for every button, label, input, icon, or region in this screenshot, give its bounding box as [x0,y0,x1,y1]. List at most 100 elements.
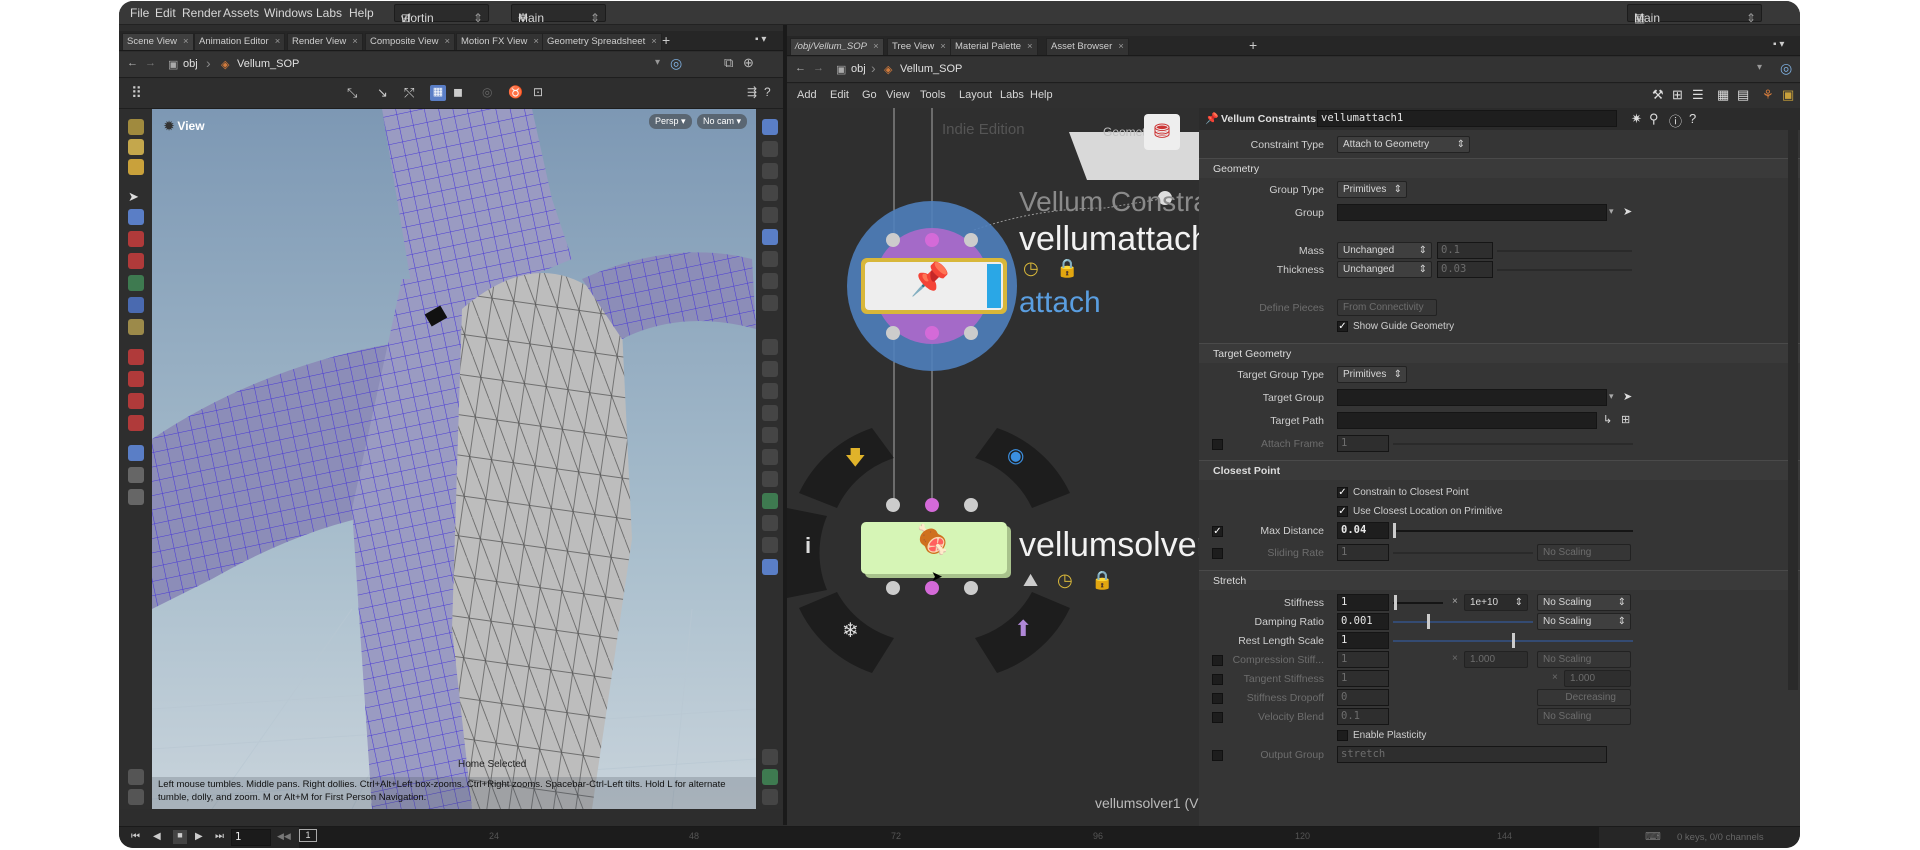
number-icon[interactable] [762,383,778,399]
menu-layout[interactable]: Layout [959,89,992,101]
menu-windows[interactable]: Windows [264,6,313,20]
slider-handle[interactable] [1393,523,1396,538]
close-icon[interactable]: × [352,36,358,47]
view-cam-icon[interactable] [128,467,144,483]
prev-key-icon[interactable]: ◀◀ [277,831,291,842]
info-icon[interactable]: i [805,533,811,559]
box-icon[interactable] [762,471,778,487]
tab-animation-editor[interactable]: Animation Editor × [194,33,286,50]
target-group-field[interactable] [1337,389,1607,406]
key-icon[interactable]: ⌨ [1645,830,1661,843]
compression-value[interactable]: 1 [1337,651,1389,668]
tab-geometry-spreadsheet[interactable]: Geometry Spreadsheet × [542,33,662,50]
back-arrow-icon[interactable]: ← [795,62,806,74]
no-cam-menu[interactable]: No cam ▾ [697,114,748,129]
select-tool-icon[interactable] [128,139,144,155]
sliding-rate-checkbox[interactable] [1212,548,1223,559]
close-icon[interactable]: × [444,36,450,47]
view-tool-icon[interactable] [128,159,144,175]
snap-grid-icon[interactable]: ▦ [430,85,446,101]
menu-go[interactable]: Go [862,89,877,101]
node-name-field[interactable]: vellumattach1 [1317,110,1617,127]
record-icon[interactable]: ◎ [482,85,492,99]
close-icon[interactable]: × [1027,41,1033,52]
max-distance-checkbox[interactable]: ✓ [1212,526,1223,537]
mass-mode-menu[interactable]: Unchanged ⇕ [1337,242,1432,259]
help-icon[interactable]: ? [1689,111,1696,126]
freeze-icon[interactable]: ❄ [842,618,859,643]
handle-tool-icon[interactable] [128,119,144,135]
section-closest-point[interactable]: Closest Point [1199,460,1800,480]
sliding-rate-slider[interactable] [1393,552,1533,554]
chooser-icon[interactable]: ⊞ [1621,413,1630,426]
output-group-field[interactable]: stretch [1337,746,1607,763]
thickness-value[interactable]: 0.03 [1437,261,1493,278]
jump-end-icon[interactable]: ⏭ [215,831,224,842]
tangent-mult-field[interactable]: 1.000 [1564,670,1631,687]
mass-value[interactable]: 0.1 [1437,242,1493,259]
lock-tool-icon[interactable] [128,209,144,225]
stiffness-slider[interactable] [1393,602,1443,604]
forward-arrow-icon[interactable]: → [813,62,824,74]
constraint-type-menu[interactable]: Attach to Geometry ⇕ [1337,136,1470,153]
path-dropdown-icon[interactable]: ▾ [655,57,660,68]
compression-checkbox[interactable] [1212,655,1223,666]
stiffness-scaling-menu[interactable]: No Scaling ⇕ [1537,594,1631,611]
settings-icon[interactable] [128,789,144,805]
transform-icon[interactable]: ↘ [377,85,388,101]
snap-prim-icon[interactable] [128,393,144,409]
lock-icon[interactable]: 🔒 [1091,570,1113,591]
max-distance-slider[interactable] [1393,530,1633,532]
display-flag-icon[interactable]: ⛰ [1023,570,1038,591]
dropoff-mode-menu[interactable]: Decreasing [1537,689,1631,706]
lock-icon[interactable] [762,163,778,179]
select-arrow-icon[interactable]: ➤ [1623,390,1632,403]
edge-icon[interactable] [762,251,778,267]
prim-icon[interactable] [762,273,778,289]
tab-material-palette[interactable]: Material Palette × [950,38,1038,55]
brush-tool-icon[interactable] [128,319,144,335]
compression-scaling-menu[interactable]: No Scaling [1537,651,1631,668]
use-closest-checkbox[interactable]: ✓ [1337,506,1348,517]
output-group-checkbox[interactable] [1212,750,1223,761]
tangent-checkbox[interactable] [1212,674,1223,685]
dropdown-arrow-icon[interactable]: ▾ [1609,391,1614,402]
tree-icon[interactable]: ⊞ [1672,87,1683,103]
note-icon[interactable]: ▣ [1782,87,1794,103]
desktop-menu[interactable]: ✥ Main ⇕ [511,4,606,25]
plasticity-checkbox[interactable] [1337,730,1348,741]
wand-icon[interactable] [128,769,144,785]
snap-curve-icon[interactable] [128,371,144,387]
menu-tools[interactable]: Tools [920,89,946,101]
constrain-closest-checkbox[interactable]: ✓ [1337,487,1348,498]
node2-name-label[interactable]: vellumsolver1 [1019,526,1199,565]
lock-icon[interactable]: 🔒 [1056,258,1078,279]
tangent-value[interactable]: 1 [1337,670,1389,687]
jump-icon[interactable]: ↳ [1603,413,1612,426]
pose-tool-icon[interactable] [128,297,144,313]
close-icon[interactable]: × [275,36,281,47]
velocity-scaling-menu[interactable]: No Scaling [1537,708,1631,725]
pane-menu-icon[interactable]: ▪ ▾ [1773,39,1784,50]
vertex-icon[interactable] [762,295,778,311]
rotate-icon[interactable]: ⤲ [404,85,414,101]
attach-frame-checkbox[interactable] [1212,439,1223,450]
velocity-checkbox[interactable] [1212,712,1223,723]
rest-length-field[interactable]: 1 [1337,632,1389,649]
close-icon[interactable]: × [183,36,189,47]
sliding-scaling-menu[interactable]: No Scaling [1537,544,1631,561]
section-target-geometry[interactable]: Target Geometry [1199,343,1800,363]
param-scrollbar[interactable] [1788,130,1798,690]
eye-icon[interactable]: ◉ [1007,443,1024,468]
tab-network[interactable]: /obj/Vellum_SOP × [790,38,884,55]
play-icon[interactable]: ▶ [195,831,203,842]
section-stretch[interactable]: Stretch [1199,570,1800,590]
scale-tool-icon[interactable] [128,275,144,291]
snapshot-icon[interactable] [762,789,778,805]
tab-render-view[interactable]: Render View × [287,33,363,50]
down-arrow-icon[interactable]: 🡇 [845,443,866,477]
tab-motion-fx[interactable]: Motion FX View × [456,33,544,50]
dropdown-arrow-icon[interactable]: ▾ [1609,206,1614,217]
menu-render[interactable]: Render [182,6,221,20]
stack-icon[interactable] [128,489,144,505]
